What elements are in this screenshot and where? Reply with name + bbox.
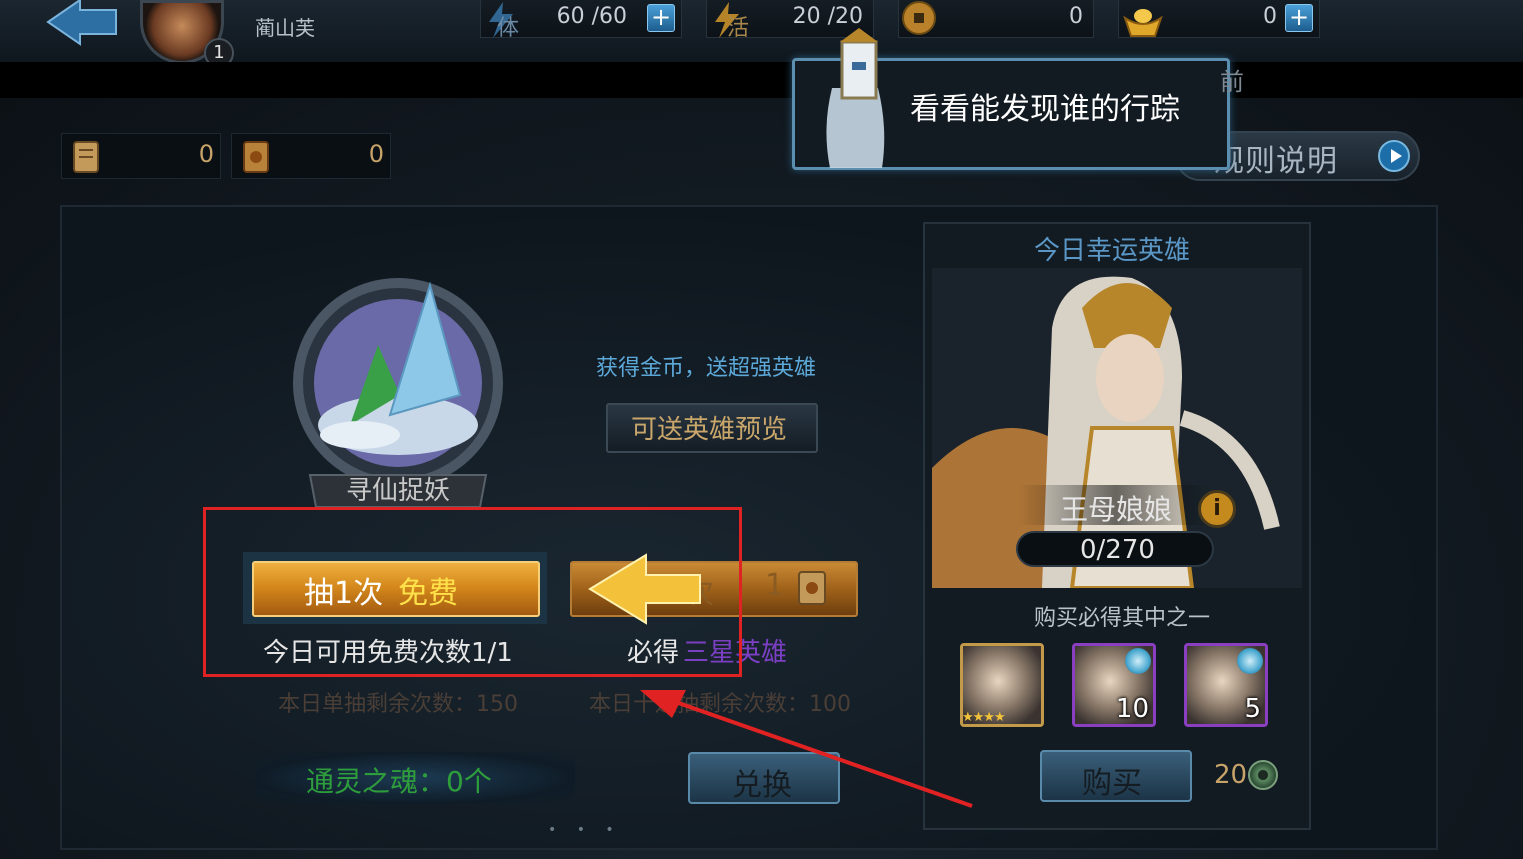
scroll-icon	[73, 141, 99, 173]
buy-button-label: 购买	[1082, 766, 1142, 801]
stamina-display: 体 60 /60 +	[480, 0, 682, 41]
tooltip-hidden-text: 前	[1220, 68, 1244, 96]
soul-count-label: 通灵之魂：0个	[306, 765, 492, 798]
scroll-count-1: 0	[198, 140, 214, 168]
tooltip-text: 看看能发现谁的行踪	[910, 92, 1180, 127]
stamina-value: 60 /60	[556, 4, 627, 29]
reward-item-2[interactable]: 10	[1072, 643, 1156, 727]
buy-guarantee-text: 购买必得其中之一	[1034, 606, 1211, 631]
lucky-hero-title: 今日幸运英雄	[1034, 236, 1191, 266]
ten-draw-cost: 1	[765, 568, 785, 603]
add-stamina-button[interactable]: +	[647, 4, 675, 32]
vitality-value: 20 /20	[792, 4, 863, 29]
info-icon[interactable]: i	[1198, 490, 1236, 528]
annotation-highlight-box	[203, 507, 742, 677]
price-value: 20	[1214, 760, 1248, 790]
play-arrow-icon[interactable]	[1378, 140, 1410, 172]
vitality-label: 活	[727, 16, 750, 41]
scroll-counter-2: 0	[231, 133, 391, 179]
top-resource-bar: 1 蔺山芙 体 60 /60 + 活 20 /20 0 0 +	[0, 0, 1523, 68]
rules-button-label: 规则说明	[1214, 144, 1338, 179]
scroll-icon	[243, 141, 269, 173]
scroll-counter-1: 0	[61, 133, 221, 179]
copper-coin-icon	[902, 1, 936, 35]
remaining-single-text: 本日单抽剩余次数：150	[278, 692, 518, 717]
soul-orb-icon	[1125, 648, 1151, 674]
shard-progress-label: 0/270	[1080, 535, 1155, 565]
jade-coin-icon	[1248, 760, 1278, 790]
sub-bar	[0, 62, 1523, 98]
hunt-emblem-icon: 寻仙捉妖	[293, 278, 503, 508]
player-name: 蔺山芙	[255, 16, 315, 40]
annotation-arrow-icon	[640, 690, 973, 808]
lantern-ghost-icon	[826, 28, 885, 168]
hero-preview-label: 可送英雄预览	[631, 415, 788, 445]
hero-name: 王母娘娘	[1060, 493, 1173, 526]
gold-ingot-icon	[1123, 9, 1163, 37]
reward-item-3[interactable]: 5	[1184, 643, 1268, 727]
ingot-value: 0	[1263, 4, 1277, 29]
copper-display: 0	[898, 0, 1094, 38]
stamina-label: 体	[497, 16, 520, 41]
reward-count: 5	[1244, 694, 1261, 724]
soul-orb-icon	[1237, 648, 1263, 674]
scroll-count-2: 0	[368, 140, 384, 168]
back-arrow-icon[interactable]	[40, 0, 120, 48]
reward-count: 10	[1115, 694, 1149, 724]
emblem-text: 寻仙捉妖	[346, 476, 450, 506]
add-ingot-button[interactable]: +	[1285, 4, 1313, 32]
ingot-display: 0 +	[1118, 0, 1320, 38]
copper-value: 0	[1069, 4, 1083, 29]
promo-text: 获得金币，送超强英雄	[596, 356, 817, 381]
scroll-icon	[798, 571, 826, 605]
